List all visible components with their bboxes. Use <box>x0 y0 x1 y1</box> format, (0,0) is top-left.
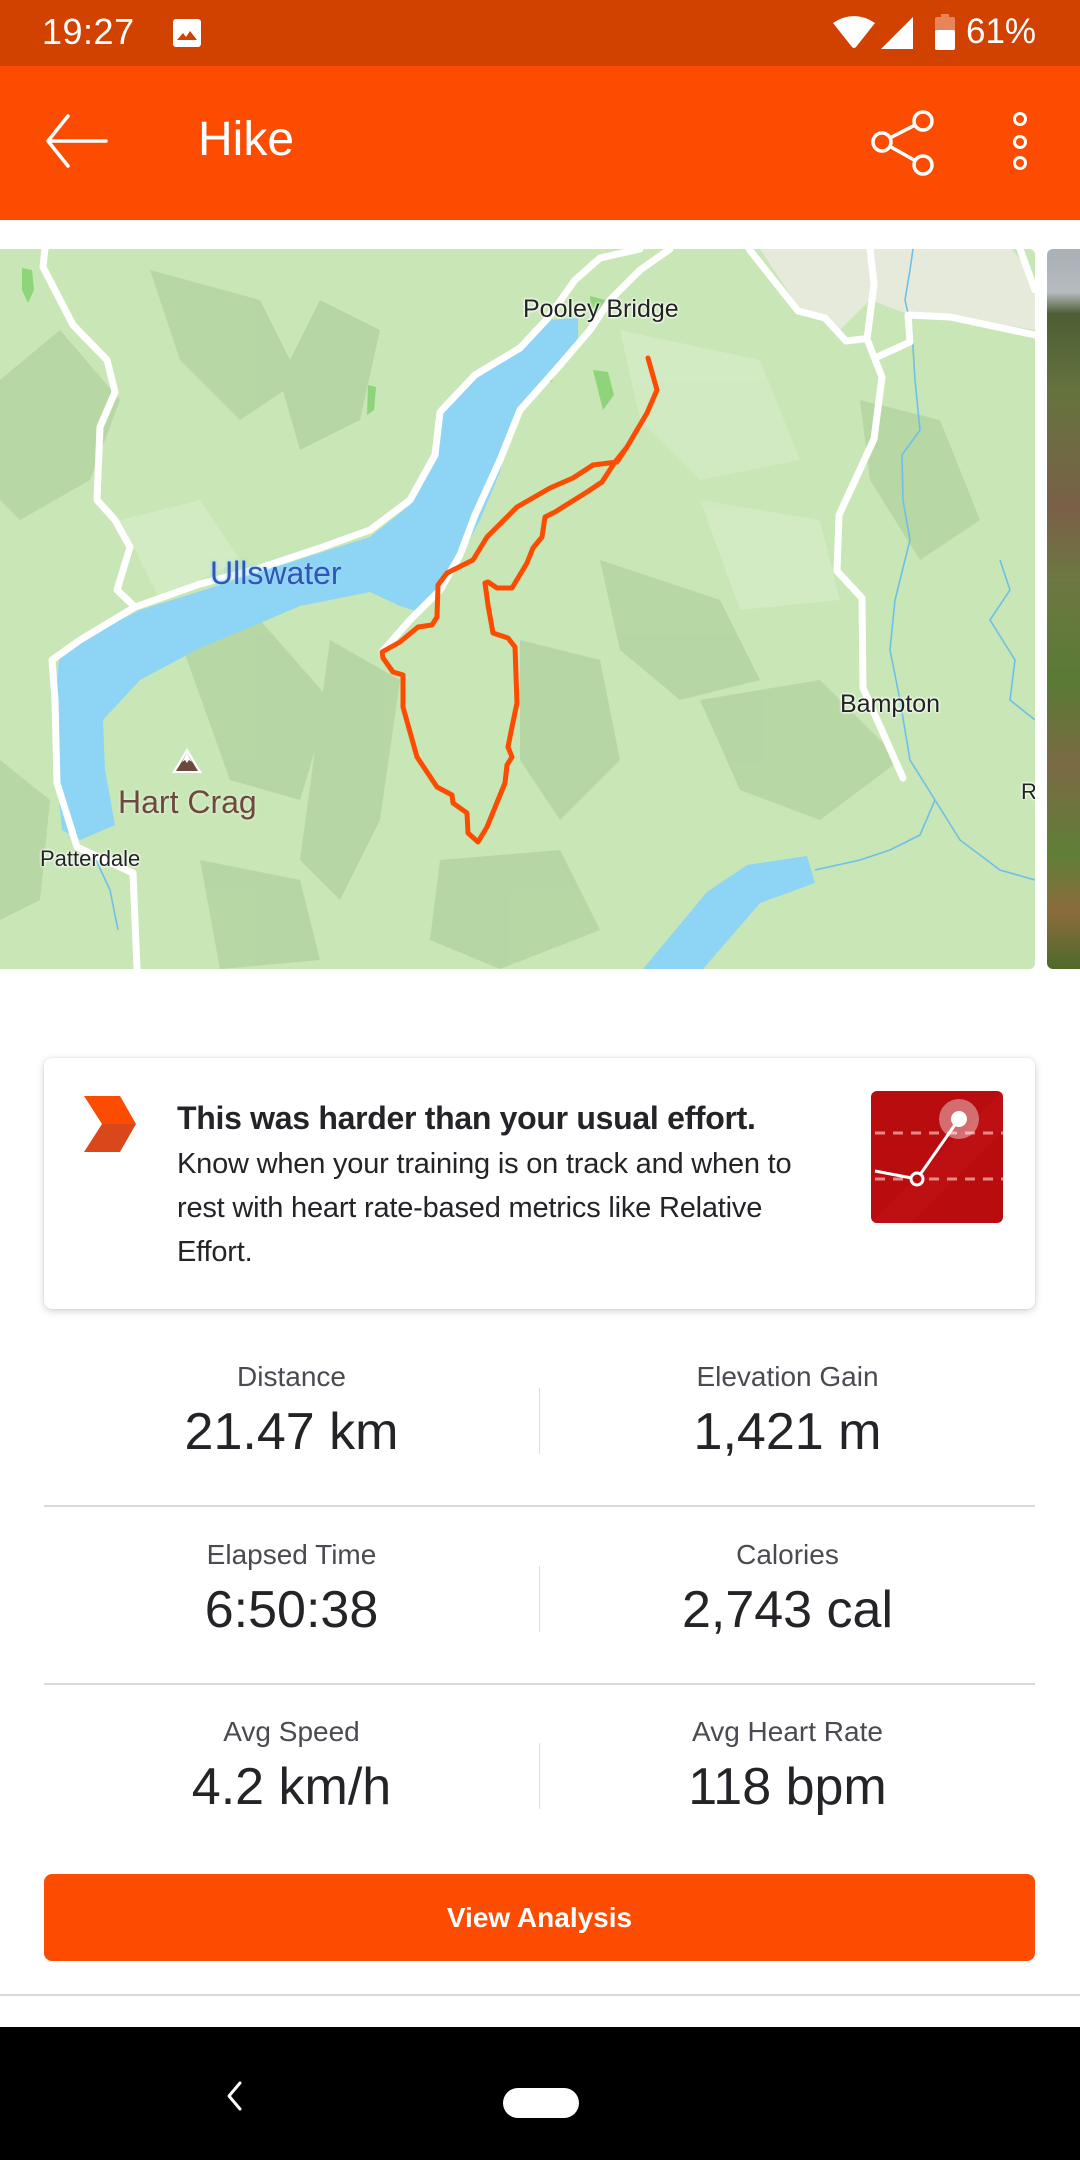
battery-percentage: 61% <box>966 12 1037 51</box>
stat-value: 21.47 km <box>184 1403 399 1461</box>
map-label-patterdale: Patterdale <box>40 846 141 871</box>
stat-value: 1,421 m <box>693 1403 882 1461</box>
arrow-left-icon <box>46 114 108 168</box>
stat-label: Elevation Gain <box>696 1361 879 1392</box>
status-bar: 19:27 61% <box>0 0 1080 66</box>
share-button[interactable] <box>862 102 942 182</box>
image-icon <box>173 19 201 47</box>
nav-home-pill-icon[interactable] <box>503 2088 579 2118</box>
stat-calories: Calories 2,743 cal <box>540 1508 1035 1684</box>
stat-distance: Distance 21.47 km <box>44 1330 539 1506</box>
page-title: Hike <box>198 113 295 166</box>
effort-card-body: Know when your training is on track and … <box>177 1148 792 1268</box>
stat-value: 118 bpm <box>688 1758 887 1816</box>
stat-value: 2,743 cal <box>681 1581 894 1639</box>
stat-label: Avg Speed <box>223 1716 360 1747</box>
map-label-pooley-bridge: Pooley Bridge <box>523 295 679 323</box>
relative-effort-chart-icon <box>871 1091 1003 1223</box>
view-analysis-button[interactable]: View Analysis <box>44 1874 1035 1961</box>
stat-value: 6:50:38 <box>204 1581 379 1639</box>
map-label-partial: R <box>1021 779 1035 804</box>
stats-row: Elapsed Time 6:50:38 Calories 2,743 cal <box>44 1508 1035 1685</box>
stat-label: Distance <box>237 1361 346 1392</box>
map-graphic <box>0 249 1035 969</box>
stat-elapsed-time: Elapsed Time 6:50:38 <box>44 1508 539 1684</box>
system-nav-bar <box>0 2027 1080 2160</box>
more-options-button[interactable] <box>990 102 1050 182</box>
stat-label: Elapsed Time <box>206 1539 377 1570</box>
nav-back-icon[interactable] <box>218 2079 252 2113</box>
share-icon <box>871 110 934 176</box>
status-time: 19:27 <box>42 11 135 52</box>
stat-label: Calories <box>736 1539 839 1570</box>
more-vertical-icon <box>1013 112 1027 170</box>
app-bar: Hike <box>0 66 1080 220</box>
effort-card-title: This was harder than your usual effort. <box>177 1100 756 1136</box>
stat-label: Avg Heart Rate <box>692 1716 883 1747</box>
stats-row: Distance 21.47 km Elevation Gain 1,421 m <box>44 1330 1035 1507</box>
wifi-icon <box>833 16 875 48</box>
back-button[interactable] <box>36 106 116 176</box>
stat-elevation-gain: Elevation Gain 1,421 m <box>540 1330 1035 1506</box>
section-divider <box>0 1994 1080 1996</box>
strava-chevron-icon <box>84 1096 136 1152</box>
battery-icon <box>935 14 955 50</box>
stats-row: Avg Speed 4.2 km/h Avg Heart Rate 118 bp… <box>44 1685 1035 1861</box>
stat-avg-heart-rate: Avg Heart Rate 118 bpm <box>540 1685 1035 1861</box>
cell-signal-icon <box>881 17 913 49</box>
map-label-bampton: Bampton <box>840 690 941 718</box>
media-carousel[interactable]: Pooley Bridge Ullswater Bampton Hart Cra… <box>0 249 1080 969</box>
route-map[interactable]: Pooley Bridge Ullswater Bampton Hart Cra… <box>0 249 1035 969</box>
map-label-ullswater: Ullswater <box>210 555 342 591</box>
stat-avg-speed: Avg Speed 4.2 km/h <box>44 1685 539 1861</box>
relative-effort-card[interactable]: This was harder than your usual effort. … <box>44 1058 1035 1309</box>
map-label-hart-crag: Hart Crag <box>118 784 257 820</box>
stat-value: 4.2 km/h <box>191 1758 392 1816</box>
activity-photo[interactable] <box>1047 249 1080 969</box>
